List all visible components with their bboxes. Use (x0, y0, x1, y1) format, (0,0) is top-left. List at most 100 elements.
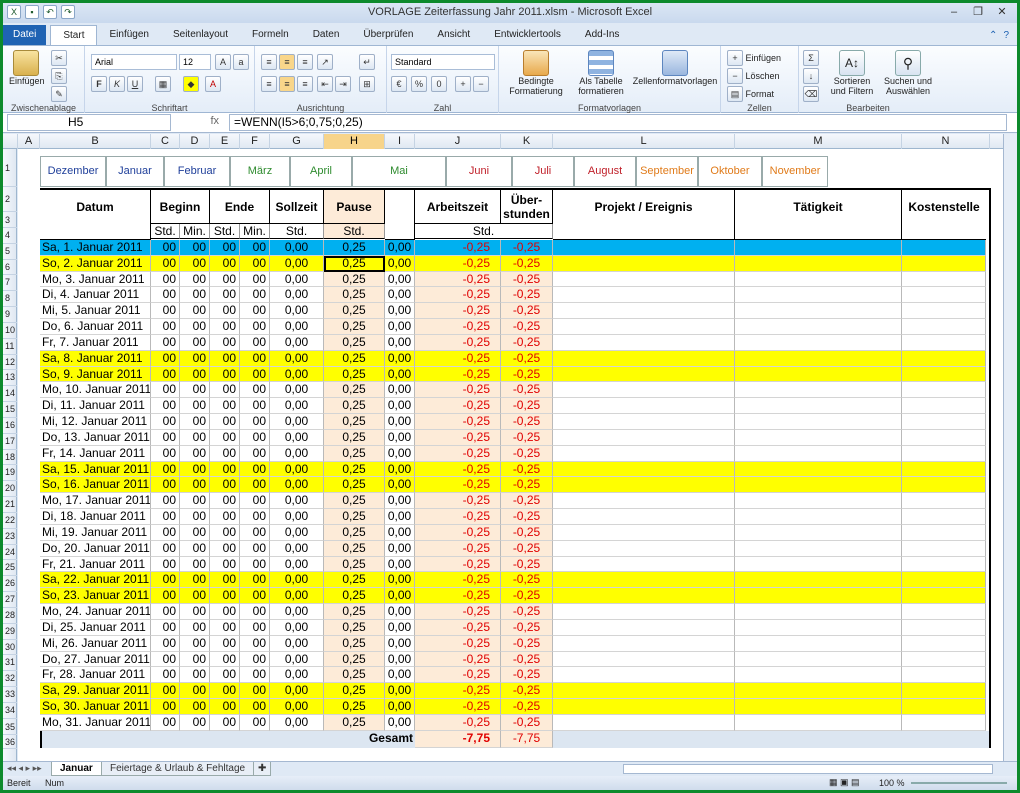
ribbon-tab-4[interactable]: Formeln (240, 25, 301, 45)
end-hour-cell[interactable]: 00 (210, 699, 240, 715)
end-hour-cell[interactable]: 00 (210, 572, 240, 589)
end-hour-cell[interactable]: 00 (210, 414, 240, 430)
sort-filter-button[interactable]: A↕ Sortieren und Filtern (825, 50, 879, 96)
taetigkeit-cell[interactable] (735, 540, 902, 557)
row-header-4[interactable]: 4 (3, 228, 17, 244)
column-header-C[interactable]: C (151, 134, 180, 149)
align-center-icon[interactable]: ≡ (279, 76, 295, 92)
calc-cell[interactable]: 0,00 (385, 398, 415, 415)
kostenstelle-cell[interactable] (902, 635, 986, 652)
kostenstelle-cell[interactable] (902, 651, 986, 668)
ueberstunden-cell[interactable]: -0,25 (501, 699, 553, 715)
sollzeit-cell[interactable]: 0,00 (270, 319, 324, 335)
taetigkeit-cell[interactable] (735, 398, 902, 415)
sollzeit-cell[interactable]: 0,00 (270, 477, 324, 494)
row-header-8[interactable]: 8 (3, 291, 17, 308)
taetigkeit-cell[interactable] (735, 271, 902, 288)
ribbon-tab-1[interactable]: Start (50, 25, 98, 45)
end-hour-cell[interactable]: 00 (210, 445, 240, 462)
date-cell[interactable]: Do, 27. Januar 2011 (40, 651, 151, 668)
calc-cell[interactable]: 0,00 (385, 287, 415, 304)
end-min-cell[interactable]: 00 (240, 366, 270, 383)
projekt-cell[interactable] (553, 477, 735, 494)
end-min-cell[interactable]: 00 (240, 509, 270, 525)
begin-min-cell[interactable]: 00 (180, 461, 210, 478)
column-header-B[interactable]: B (40, 134, 151, 149)
ueberstunden-cell[interactable]: -0,25 (501, 445, 553, 462)
begin-hour-cell[interactable]: 00 (151, 667, 180, 684)
end-min-cell[interactable]: 00 (240, 319, 270, 335)
row-header-17[interactable]: 17 (3, 434, 17, 450)
pause-cell[interactable]: 0,25 (324, 509, 385, 525)
row-header-19[interactable]: 19 (3, 465, 17, 482)
projekt-cell[interactable] (553, 319, 735, 335)
kostenstelle-cell[interactable] (902, 493, 986, 510)
arbeitszeit-cell[interactable]: -0,25 (415, 556, 501, 573)
row-header-3[interactable]: 3 (3, 212, 17, 228)
date-cell[interactable]: Mo, 17. Januar 2011 (40, 493, 151, 510)
begin-min-cell[interactable]: 00 (180, 366, 210, 383)
kostenstelle-cell[interactable] (902, 572, 986, 589)
date-cell[interactable]: Fr, 21. Januar 2011 (40, 556, 151, 573)
ueberstunden-cell[interactable]: -0,25 (501, 240, 553, 256)
end-hour-cell[interactable]: 00 (210, 556, 240, 573)
begin-min-cell[interactable]: 00 (180, 635, 210, 652)
restore-icon[interactable]: ❐ (967, 4, 989, 20)
end-min-cell[interactable]: 00 (240, 445, 270, 462)
sollzeit-cell[interactable]: 0,00 (270, 619, 324, 636)
row-header-6[interactable]: 6 (3, 260, 17, 276)
view-normal-icon[interactable]: ▦ ▣ ▤ (829, 777, 860, 788)
conditional-formatting-button[interactable]: Bedingte Formatierung (501, 50, 571, 96)
projekt-cell[interactable] (553, 287, 735, 304)
begin-hour-cell[interactable]: 00 (151, 572, 180, 589)
end-hour-cell[interactable]: 00 (210, 366, 240, 383)
column-header-I[interactable]: I (385, 134, 415, 149)
projekt-cell[interactable] (553, 635, 735, 652)
end-min-cell[interactable]: 00 (240, 493, 270, 510)
begin-min-cell[interactable]: 00 (180, 398, 210, 415)
calc-cell[interactable]: 0,00 (385, 350, 415, 367)
kostenstelle-cell[interactable] (902, 287, 986, 304)
taetigkeit-cell[interactable] (735, 699, 902, 715)
end-hour-cell[interactable]: 00 (210, 683, 240, 700)
row-header-18[interactable]: 18 (3, 450, 17, 466)
ribbon-tab-7[interactable]: Ansicht (425, 25, 482, 45)
pause-cell[interactable]: 0,25 (324, 303, 385, 320)
taetigkeit-cell[interactable] (735, 477, 902, 494)
projekt-cell[interactable] (553, 334, 735, 351)
copy-icon[interactable]: ⎘ (51, 68, 67, 84)
projekt-cell[interactable] (553, 271, 735, 288)
taetigkeit-cell[interactable] (735, 556, 902, 573)
arbeitszeit-cell[interactable]: -0,25 (415, 398, 501, 415)
date-cell[interactable]: Do, 13. Januar 2011 (40, 429, 151, 446)
kostenstelle-cell[interactable] (902, 414, 986, 430)
pause-cell[interactable]: 0,25 (324, 287, 385, 304)
arbeitszeit-cell[interactable]: -0,25 (415, 382, 501, 399)
taetigkeit-cell[interactable] (735, 255, 902, 272)
arbeitszeit-cell[interactable]: -0,25 (415, 619, 501, 636)
ueberstunden-cell[interactable]: -0,25 (501, 493, 553, 510)
row-header-16[interactable]: 16 (3, 418, 17, 434)
taetigkeit-cell[interactable] (735, 493, 902, 510)
taetigkeit-cell[interactable] (735, 461, 902, 478)
taetigkeit-cell[interactable] (735, 619, 902, 636)
ueberstunden-cell[interactable]: -0,25 (501, 461, 553, 478)
column-header-H[interactable]: H (324, 134, 385, 149)
row-header-33[interactable]: 33 (3, 687, 17, 703)
date-cell[interactable]: Fr, 7. Januar 2011 (40, 334, 151, 351)
begin-min-cell[interactable]: 00 (180, 619, 210, 636)
calc-cell[interactable]: 0,00 (385, 604, 415, 620)
date-cell[interactable]: So, 9. Januar 2011 (40, 366, 151, 383)
begin-min-cell[interactable]: 00 (180, 604, 210, 620)
ribbon-tab-2[interactable]: Einfügen (97, 25, 160, 45)
pause-cell[interactable]: 0,25 (324, 540, 385, 557)
kostenstelle-cell[interactable] (902, 667, 986, 684)
end-min-cell[interactable]: 00 (240, 588, 270, 605)
begin-min-cell[interactable]: 00 (180, 445, 210, 462)
taetigkeit-cell[interactable] (735, 350, 902, 367)
sollzeit-cell[interactable]: 0,00 (270, 683, 324, 700)
sollzeit-cell[interactable]: 0,00 (270, 461, 324, 478)
date-cell[interactable]: Sa, 29. Januar 2011 (40, 683, 151, 700)
date-cell[interactable]: Sa, 8. Januar 2011 (40, 350, 151, 367)
kostenstelle-cell[interactable] (902, 540, 986, 557)
